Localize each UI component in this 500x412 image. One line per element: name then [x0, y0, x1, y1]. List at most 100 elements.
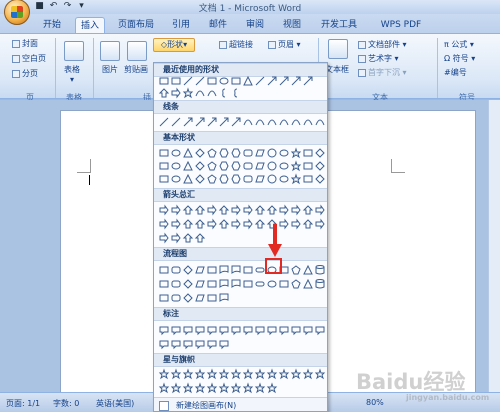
- shape-callout-icon[interactable]: [158, 338, 169, 349]
- shape-rarrow-icon[interactable]: [158, 204, 169, 215]
- shape-star-icon[interactable]: [182, 86, 193, 98]
- shape-doc-icon[interactable]: [218, 264, 229, 275]
- dropcap-button[interactable]: 首字下沉 ▾: [358, 67, 407, 79]
- page-break-button[interactable]: 分页: [12, 68, 38, 80]
- shape-circ-icon[interactable]: [266, 147, 277, 158]
- shape-rect-icon[interactable]: [302, 160, 313, 171]
- shape-rarrow-icon[interactable]: [314, 218, 325, 229]
- shape-star-icon[interactable]: [290, 159, 301, 171]
- shape-uarrow-icon[interactable]: [254, 218, 265, 229]
- shape-dia-icon[interactable]: [182, 278, 193, 289]
- shape-uarrow-icon[interactable]: [194, 218, 205, 229]
- shape-tri-icon[interactable]: [302, 278, 313, 289]
- shape-star-icon[interactable]: [314, 367, 325, 379]
- tab-review[interactable]: 审阅: [241, 17, 269, 33]
- shape-callout-icon[interactable]: [206, 338, 217, 349]
- shape-rrect-icon[interactable]: [242, 147, 253, 158]
- shape-circ-icon[interactable]: [266, 160, 277, 171]
- tab-page-layout[interactable]: 页面布局: [112, 17, 160, 33]
- shape-dia-icon[interactable]: [314, 160, 325, 171]
- shape-pent-icon[interactable]: [206, 173, 217, 184]
- shape-brace-icon[interactable]: [218, 87, 229, 98]
- shape-oval-icon[interactable]: [266, 278, 277, 289]
- shape-pent-icon[interactable]: [290, 278, 301, 289]
- textbox-button-label[interactable]: 文本框: [325, 64, 349, 76]
- shape-rarrow-icon[interactable]: [158, 232, 169, 243]
- symbol-button[interactable]: Ω 符号 ▾: [444, 53, 475, 65]
- shape-arr-icon[interactable]: [194, 116, 205, 127]
- shape-uarrow-icon[interactable]: [182, 204, 193, 215]
- shape-rect-icon[interactable]: [158, 173, 169, 184]
- shape-star-icon[interactable]: [266, 367, 277, 379]
- shape-star-icon[interactable]: [194, 367, 205, 379]
- shape-hex-icon[interactable]: [218, 173, 229, 184]
- shape-rarrow-icon[interactable]: [170, 218, 181, 229]
- shape-curve-icon[interactable]: [194, 87, 205, 98]
- shape-arr-icon[interactable]: [230, 116, 241, 127]
- new-drawing-canvas-button[interactable]: 新建绘图画布(N): [154, 397, 327, 411]
- shape-line-icon[interactable]: [170, 116, 181, 127]
- clipart-icon[interactable]: [127, 41, 147, 61]
- status-page[interactable]: 页面: 1/1: [6, 398, 40, 409]
- shape-cyl-icon[interactable]: [314, 278, 325, 289]
- shape-para-icon[interactable]: [254, 147, 265, 158]
- shape-rarrow-icon[interactable]: [230, 218, 241, 229]
- shape-star-icon[interactable]: [182, 367, 193, 379]
- shape-rrect-icon[interactable]: [242, 160, 253, 171]
- shape-rect-icon[interactable]: [158, 264, 169, 275]
- shape-uarrow-icon[interactable]: [218, 204, 229, 215]
- shape-rarrow-icon[interactable]: [230, 204, 241, 215]
- shape-rect-icon[interactable]: [158, 292, 169, 303]
- shape-rect-icon[interactable]: [278, 278, 289, 289]
- shape-para-icon[interactable]: [194, 264, 205, 275]
- shape-star-icon[interactable]: [206, 367, 217, 379]
- shape-star-icon[interactable]: [290, 367, 301, 379]
- table-dropdown-icon[interactable]: ▾: [70, 74, 74, 86]
- shape-callout-icon[interactable]: [302, 324, 313, 335]
- shape-uarrow-icon[interactable]: [182, 218, 193, 229]
- shape-oval-icon[interactable]: [278, 173, 289, 184]
- shape-pent-icon[interactable]: [206, 147, 217, 158]
- shape-rect-icon[interactable]: [206, 75, 217, 86]
- shape-doc-icon[interactable]: [230, 278, 241, 289]
- shape-oval-icon[interactable]: [278, 160, 289, 171]
- shape-hex-icon[interactable]: [230, 173, 241, 184]
- shape-oval-icon[interactable]: [278, 147, 289, 158]
- textbox-icon[interactable]: [328, 39, 348, 59]
- shape-rect-icon[interactable]: [302, 173, 313, 184]
- shape-callout-icon[interactable]: [314, 324, 325, 335]
- shape-arr-icon[interactable]: [206, 116, 217, 127]
- shape-brace-icon[interactable]: [230, 87, 241, 98]
- shape-callout-icon[interactable]: [194, 338, 205, 349]
- shape-star-icon[interactable]: [230, 367, 241, 379]
- shape-doc-icon[interactable]: [218, 278, 229, 289]
- shape-hex-icon[interactable]: [230, 147, 241, 158]
- shapes-button[interactable]: ◇形状▾: [153, 38, 195, 52]
- shape-star-icon[interactable]: [218, 381, 229, 393]
- clipart-button-label[interactable]: 剪贴画: [124, 64, 148, 76]
- shape-star-icon[interactable]: [158, 367, 169, 379]
- shape-pent-icon[interactable]: [290, 264, 301, 275]
- shape-rect-icon[interactable]: [158, 160, 169, 171]
- shape-callout-icon[interactable]: [254, 324, 265, 335]
- shape-callout-icon[interactable]: [194, 324, 205, 335]
- shape-hex-icon[interactable]: [230, 160, 241, 171]
- shape-oval-icon[interactable]: [170, 147, 181, 158]
- shape-arr-icon[interactable]: [290, 75, 301, 86]
- shape-star-icon[interactable]: [290, 172, 301, 184]
- quickparts-button[interactable]: 文档部件 ▾: [358, 39, 407, 51]
- shape-rarrow-icon[interactable]: [206, 204, 217, 215]
- shape-para-icon[interactable]: [254, 160, 265, 171]
- shape-tri-icon[interactable]: [242, 75, 253, 86]
- tab-developer[interactable]: 开发工具: [315, 17, 363, 33]
- shape-doc-icon[interactable]: [230, 264, 241, 275]
- shape-tri-icon[interactable]: [182, 147, 193, 158]
- shape-callout-icon[interactable]: [218, 338, 229, 349]
- hyperlink-button[interactable]: 超链接: [219, 39, 253, 51]
- shape-uarrow-icon[interactable]: [254, 204, 265, 215]
- shape-rect-icon[interactable]: [170, 75, 181, 86]
- office-button[interactable]: [4, 0, 30, 25]
- shape-rect-icon[interactable]: [242, 264, 253, 275]
- shape-curve-icon[interactable]: [302, 116, 313, 127]
- shape-rarrow-icon[interactable]: [242, 218, 253, 229]
